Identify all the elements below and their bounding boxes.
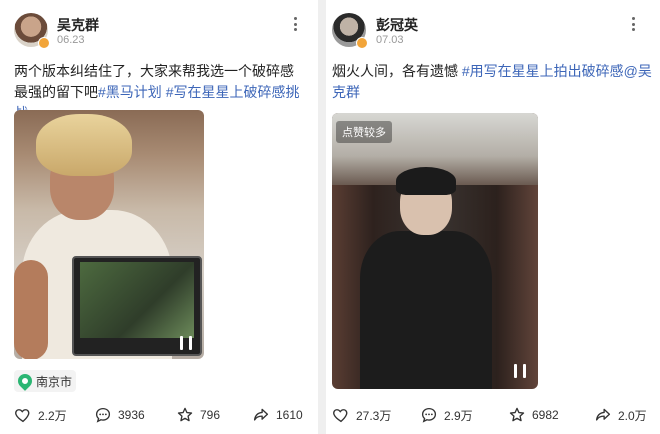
video-thumbnail[interactable]: 点赞较多	[332, 113, 538, 389]
comment-button[interactable]: 3936	[94, 406, 145, 424]
location-pin-icon	[15, 371, 35, 391]
favorite-button[interactable]: 796	[176, 406, 220, 424]
hashtag-link[interactable]: #黑马计划	[98, 84, 162, 100]
post-card[interactable]: 彭冠英 07.03 烟火人间，各有遗憾 #用写在星星上拍出破碎感@吴克群 点赞较…	[326, 0, 660, 434]
like-count: 27.3万	[356, 408, 392, 423]
pause-icon[interactable]	[180, 336, 192, 350]
star-icon	[509, 407, 525, 422]
more-options-icon[interactable]	[290, 14, 300, 34]
favorite-button[interactable]: 6982	[508, 406, 559, 424]
like-button[interactable]: 27.3万	[332, 406, 391, 424]
verified-badge-icon	[356, 37, 368, 49]
star-icon	[177, 407, 193, 422]
popular-badge: 点赞较多	[336, 121, 392, 143]
share-icon	[253, 408, 269, 421]
post-body: 烟火人间，各有遗憾	[332, 63, 458, 79]
video-frame-figure	[360, 231, 492, 389]
like-button[interactable]: 2.2万	[14, 406, 67, 424]
share-button[interactable]: 2.0万	[594, 406, 647, 424]
video-thumbnail[interactable]	[14, 110, 204, 359]
share-count: 1610	[276, 408, 303, 422]
comment-button[interactable]: 2.9万	[420, 406, 473, 424]
post-date: 06.23	[57, 34, 85, 46]
hashtag-link[interactable]: #用写在星星上拍出破碎感@	[462, 63, 638, 79]
comment-icon	[421, 407, 437, 423]
favorite-count: 796	[200, 408, 221, 422]
video-frame-hair	[396, 167, 456, 195]
favorite-count: 6982	[532, 408, 559, 422]
location-label: 南京市	[36, 374, 73, 389]
video-frame-hair	[36, 114, 132, 176]
post-card[interactable]: 吴克群 06.23 两个版本纠结住了，大家来帮我选一个破碎感最强的留下吧#黑马计…	[0, 0, 318, 434]
location-tag[interactable]: 南京市	[14, 370, 77, 392]
comment-icon	[95, 407, 111, 423]
verified-badge-icon	[38, 37, 50, 49]
author-name[interactable]: 吴克群	[57, 15, 99, 35]
like-count: 2.2万	[38, 408, 67, 423]
heart-icon	[333, 409, 348, 423]
share-count: 2.0万	[618, 408, 647, 423]
post-divider	[318, 0, 326, 434]
more-options-icon[interactable]	[628, 14, 638, 34]
share-icon	[595, 408, 611, 421]
comment-count: 3936	[118, 408, 145, 422]
video-frame-arm	[14, 260, 48, 359]
comment-count: 2.9万	[444, 408, 473, 423]
share-button[interactable]: 1610	[252, 406, 303, 424]
heart-icon	[15, 409, 30, 423]
author-name[interactable]: 彭冠英	[376, 15, 418, 35]
pause-icon[interactable]	[514, 364, 526, 378]
post-text: 烟火人间，各有遗憾 #用写在星星上拍出破碎感@吴克群	[332, 61, 652, 103]
video-frame-laptop-screen	[80, 262, 194, 338]
post-date: 07.03	[376, 34, 404, 46]
